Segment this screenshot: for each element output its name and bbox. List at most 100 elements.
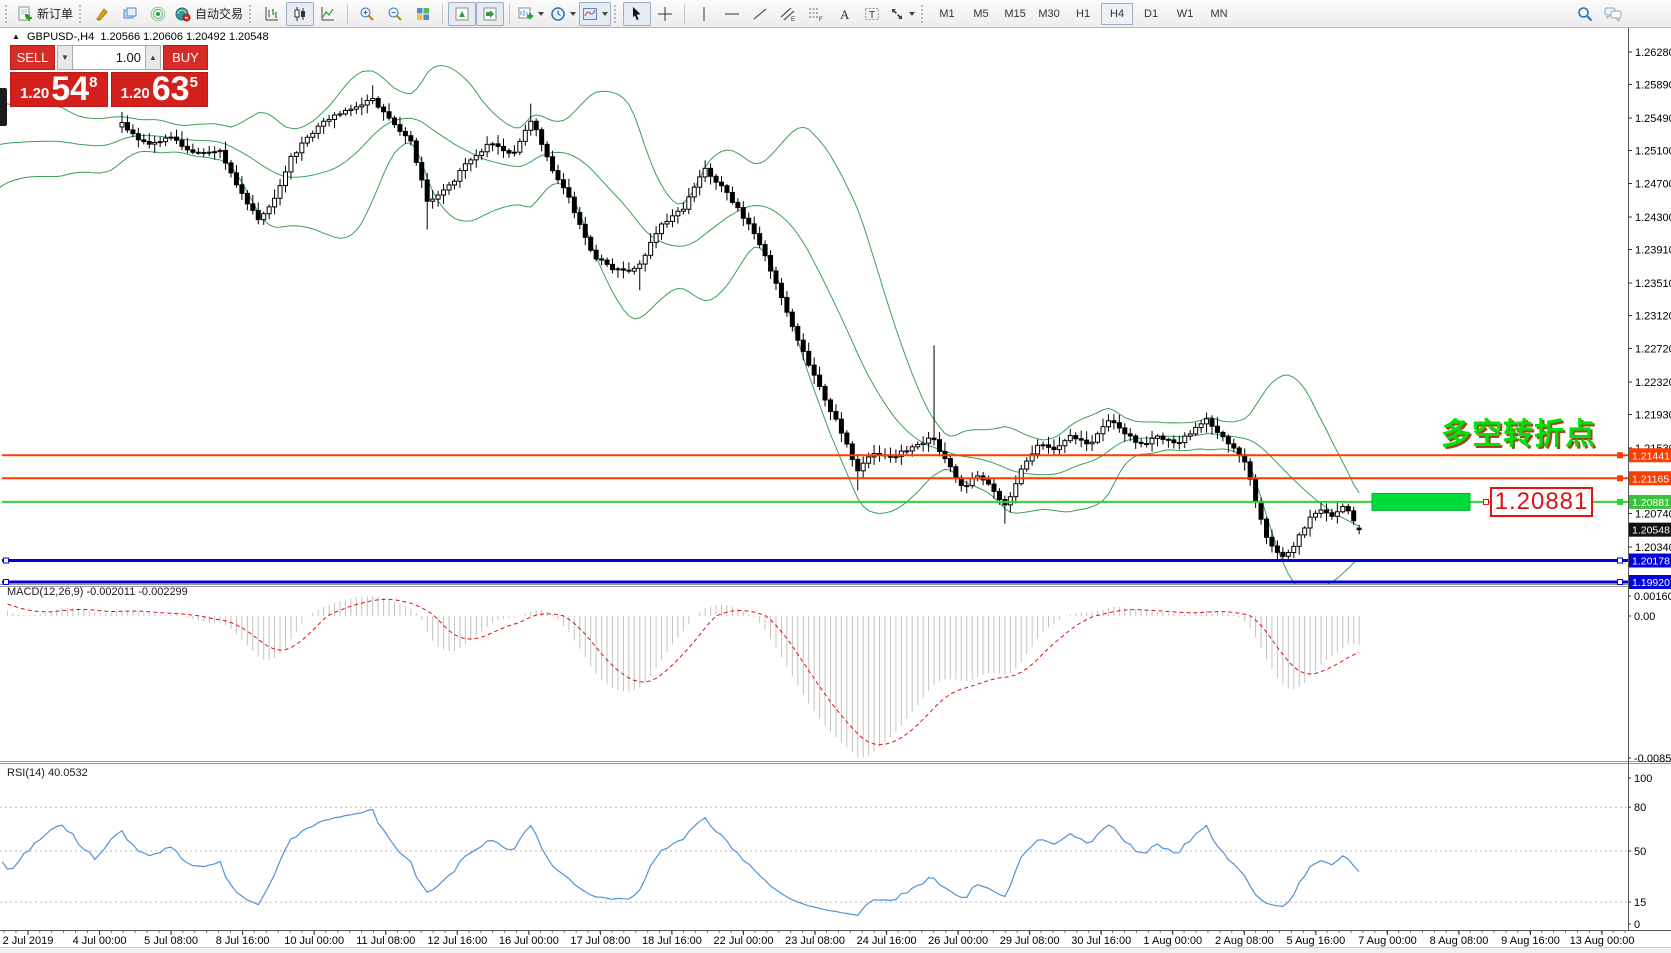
market-watch-icon xyxy=(122,6,138,22)
new-order-button[interactable]: 新订单 xyxy=(14,2,76,26)
buy-price-prefix: 1.20 xyxy=(121,85,150,102)
equidistant-channel-button[interactable]: E xyxy=(774,2,802,26)
toolbar-grip xyxy=(614,5,619,23)
level-handle[interactable] xyxy=(1618,476,1623,481)
timeframe-d1-button[interactable]: D1 xyxy=(1135,3,1167,25)
indicator-window-2-icon xyxy=(482,6,498,22)
period-selector-dropdown-caret[interactable] xyxy=(570,12,576,16)
search-button[interactable] xyxy=(1571,2,1599,26)
tile-windows-button[interactable] xyxy=(409,2,437,26)
line-chart-button[interactable] xyxy=(314,2,342,26)
text-label-button[interactable]: T xyxy=(858,2,886,26)
indicator-window-1-button[interactable] xyxy=(448,2,476,26)
equidistant-channel-icon: E xyxy=(780,6,796,22)
indicator-window-2-button[interactable] xyxy=(476,2,504,26)
buy-price-button[interactable]: 1.20 63 5 xyxy=(111,72,209,107)
sell-price-pip: 8 xyxy=(89,74,97,91)
chat-button[interactable] xyxy=(1599,2,1627,26)
vertical-line-icon xyxy=(696,6,712,22)
level-handle[interactable] xyxy=(1484,499,1489,504)
buy-button[interactable]: BUY xyxy=(163,45,208,70)
arrows-button[interactable] xyxy=(886,2,918,26)
price-tick-label: 1.20340 xyxy=(1635,542,1671,554)
trendline-button[interactable] xyxy=(746,2,774,26)
trade-panel-collapse-tab[interactable] xyxy=(0,88,7,126)
zoom-out-button[interactable] xyxy=(381,2,409,26)
trendline-icon xyxy=(752,6,768,22)
horizontal-line-button[interactable] xyxy=(718,2,746,26)
templates-dropdown-caret[interactable] xyxy=(602,12,608,16)
price-tick-label: 1.20740 xyxy=(1635,509,1671,521)
toolbar-separator xyxy=(442,4,443,24)
volume-increase-button[interactable]: ▲ xyxy=(145,45,161,70)
status-bar xyxy=(0,947,1671,953)
macd-tick-label: 0.001607 xyxy=(1634,591,1671,603)
timeframe-m1-button[interactable]: M1 xyxy=(931,3,963,25)
level-handle[interactable] xyxy=(1618,453,1623,458)
level-handle[interactable] xyxy=(1618,580,1623,585)
vertical-line-button[interactable] xyxy=(690,2,718,26)
sell-price-button[interactable]: 1.20 54 8 xyxy=(10,72,108,107)
date-tick-label: 11 Jul 08:00 xyxy=(356,935,415,947)
signals-button[interactable] xyxy=(144,2,172,26)
autotrade-button[interactable]: 自动交易 xyxy=(172,2,246,26)
styler-icon xyxy=(94,6,110,22)
svg-text:F: F xyxy=(819,17,823,22)
date-tick-label: 16 Jul 00:00 xyxy=(499,935,559,947)
templates-icon xyxy=(582,6,598,22)
sell-button[interactable]: SELL xyxy=(10,45,55,70)
date-tick-label: 1 Aug 00:00 xyxy=(1143,935,1202,947)
price-tick-label: 1.24300 xyxy=(1635,212,1671,224)
fibonacci-button[interactable]: F xyxy=(802,2,830,26)
symbol-ohlc: 1.20566 1.20606 1.20492 1.20548 xyxy=(100,31,268,43)
market-watch-button[interactable] xyxy=(116,2,144,26)
volume-input[interactable] xyxy=(73,45,145,70)
toolbar-separator xyxy=(684,4,685,24)
chat-icon xyxy=(1604,6,1622,22)
candle-chart-icon xyxy=(292,6,308,22)
crosshair-button[interactable] xyxy=(651,2,679,26)
timeframe-m5-button[interactable]: M5 xyxy=(965,3,997,25)
level-handle[interactable] xyxy=(1618,558,1623,563)
level-handle[interactable] xyxy=(4,558,9,563)
price-tick-label: 1.25100 xyxy=(1635,145,1671,157)
price-tick-label: 1.22320 xyxy=(1635,377,1671,389)
svg-text:1.21441: 1.21441 xyxy=(1632,450,1670,462)
date-tick-label: 7 Aug 00:00 xyxy=(1358,935,1417,947)
level-handle[interactable] xyxy=(1618,499,1623,504)
date-tick-label: 9 Aug 16:00 xyxy=(1501,935,1560,947)
text-button[interactable]: A xyxy=(830,2,858,26)
arrows-dropdown-caret[interactable] xyxy=(909,12,915,16)
styler-button[interactable] xyxy=(88,2,116,26)
timeframe-m30-button[interactable]: M30 xyxy=(1033,3,1065,25)
date-tick-label: 5 Jul 08:00 xyxy=(144,935,198,947)
date-tick-label: 5 Aug 16:00 xyxy=(1287,935,1346,947)
price-annotation-box[interactable]: 1.20881 xyxy=(1490,487,1593,517)
volume-decrease-button[interactable]: ▼ xyxy=(57,45,73,70)
turning-point-annotation[interactable]: 多空转折点 xyxy=(1441,409,1596,453)
candle-chart-button[interactable] xyxy=(286,2,314,26)
zoom-in-button[interactable] xyxy=(353,2,381,26)
date-tick-label: 10 Jul 00:00 xyxy=(284,935,344,947)
timeframe-h1-button[interactable]: H1 xyxy=(1067,3,1099,25)
zoom-out-icon xyxy=(387,6,403,22)
timeframe-h4-button[interactable]: H4 xyxy=(1101,3,1133,25)
date-tick-label: 26 Jul 00:00 xyxy=(928,935,988,947)
cursor-button[interactable] xyxy=(623,2,651,26)
rsi-tick-label: 50 xyxy=(1634,846,1646,858)
period-selector-button[interactable] xyxy=(547,2,579,26)
timeframe-toolbar: M1M5M15M30H1H4D1W1MN xyxy=(930,2,1236,26)
timeframe-m15-button[interactable]: M15 xyxy=(999,3,1031,25)
level-highlight-rect[interactable] xyxy=(1372,493,1470,510)
bar-chart-button[interactable] xyxy=(258,2,286,26)
fibonacci-icon: F xyxy=(808,6,824,22)
level-handle[interactable] xyxy=(4,580,9,585)
new-chart-button[interactable] xyxy=(515,2,547,26)
new-chart-dropdown-caret[interactable] xyxy=(538,12,544,16)
timeframe-mn-button[interactable]: MN xyxy=(1203,3,1235,25)
templates-button[interactable] xyxy=(579,2,611,26)
tile-windows-icon xyxy=(415,6,431,22)
svg-text:1.19920: 1.19920 xyxy=(1632,577,1670,589)
timeframe-w1-button[interactable]: W1 xyxy=(1169,3,1201,25)
chart-window: 1.262801.258901.254901.251001.247001.243… xyxy=(0,28,1671,947)
